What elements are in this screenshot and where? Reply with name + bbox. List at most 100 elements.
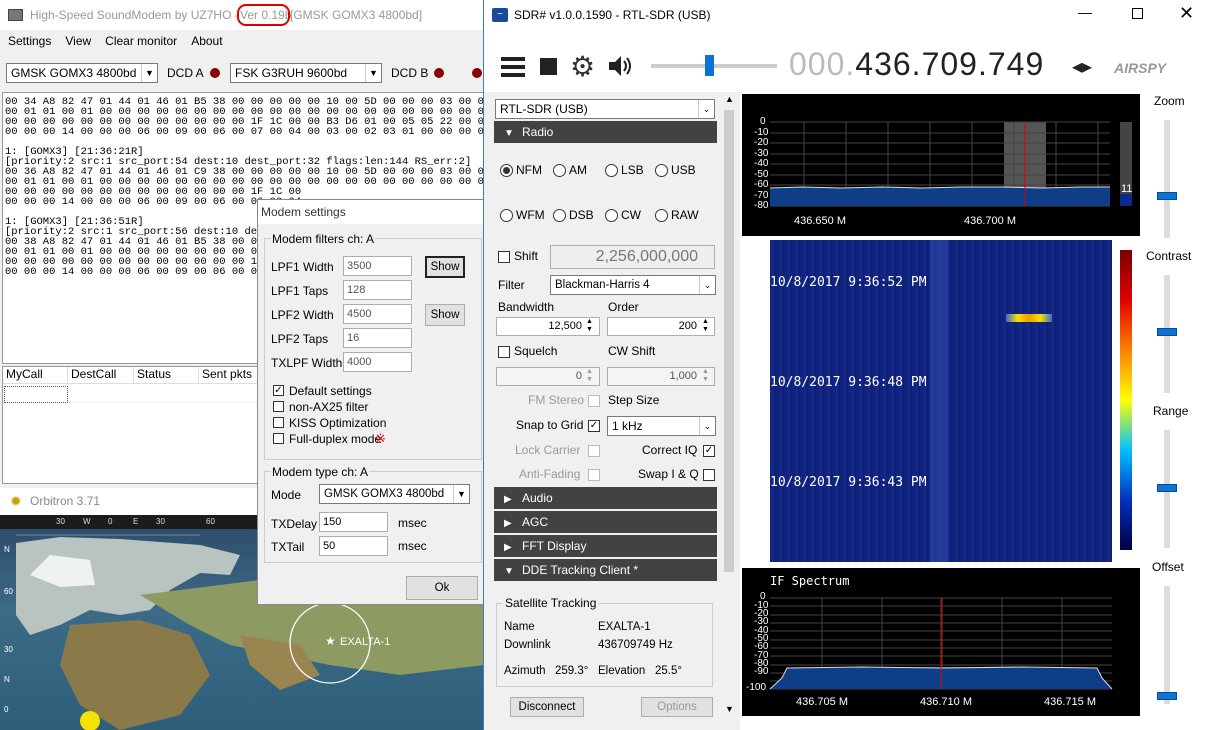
table-row[interactable] bbox=[4, 386, 68, 403]
zoom-thumb[interactable] bbox=[1157, 192, 1177, 200]
dde-tracking-section-header[interactable]: ▼ DDE Tracking Client * bbox=[494, 559, 717, 581]
mode-dsb-radio[interactable] bbox=[553, 209, 566, 222]
kiss-optimization-checkbox[interactable] bbox=[273, 417, 284, 428]
offset-slider[interactable] bbox=[1157, 586, 1177, 704]
default-settings-checkbox[interactable]: ✓ bbox=[273, 385, 284, 396]
mode-raw-radio[interactable] bbox=[655, 209, 668, 222]
waterfall-time-2: 10/8/2017 9:36:43 PM bbox=[770, 475, 927, 490]
col-mycall[interactable]: MyCall bbox=[3, 367, 68, 383]
agc-section-header[interactable]: ▶ AGC bbox=[494, 511, 717, 533]
squelch-input[interactable]: 0 bbox=[496, 367, 600, 386]
txtail-input[interactable]: 50 bbox=[319, 536, 388, 556]
spec-x-0: 436.650 M bbox=[794, 215, 846, 227]
device-select[interactable]: RTL-SDR (USB) ⌄ bbox=[495, 99, 715, 119]
modem-a-value: GMSK GOMX3 4800bd bbox=[11, 66, 137, 80]
filter-select[interactable]: Blackman-Harris 4 ⌄ bbox=[550, 275, 716, 295]
snap-grid-checkbox[interactable]: ✓ bbox=[588, 420, 600, 432]
contrast-thumb[interactable] bbox=[1157, 328, 1177, 336]
ok-button[interactable]: Ok bbox=[406, 576, 478, 600]
maximize-button[interactable] bbox=[1132, 8, 1143, 19]
contrast-slider[interactable] bbox=[1157, 275, 1177, 393]
zoom-label: Zoom bbox=[1154, 94, 1185, 108]
gear-icon[interactable]: ⚙ bbox=[570, 50, 595, 83]
modem-a-select[interactable]: GMSK GOMX3 4800bd ▼ bbox=[6, 63, 158, 83]
filter-label: Filter bbox=[498, 278, 525, 292]
swap-iq-checkbox[interactable] bbox=[703, 469, 715, 481]
shift-checkbox[interactable] bbox=[498, 251, 510, 263]
frequency-display[interactable]: 000.436.709.749 bbox=[789, 46, 1044, 83]
lat-60: 60 bbox=[4, 587, 13, 596]
if-spectrum-title: IF Spectrum bbox=[770, 574, 850, 588]
mode-nfm-radio[interactable] bbox=[500, 164, 513, 177]
volume-slider[interactable] bbox=[651, 55, 777, 76]
bandwidth-spinner-icon[interactable]: ▲ ▼ bbox=[586, 318, 593, 334]
order-spinner-icon[interactable]: ▲ ▼ bbox=[702, 318, 709, 334]
range-thumb[interactable] bbox=[1157, 484, 1177, 492]
minimize-button[interactable]: — bbox=[1078, 4, 1092, 20]
show-lpf1-button[interactable]: Show bbox=[425, 256, 465, 278]
mode-lsb-label: LSB bbox=[621, 163, 644, 177]
menu-about[interactable]: About bbox=[191, 34, 222, 48]
lpf2-taps-input[interactable]: 16 bbox=[343, 328, 412, 348]
satellite-label[interactable]: EXALTA-1 bbox=[340, 636, 390, 648]
offset-thumb[interactable] bbox=[1157, 692, 1177, 700]
panel-scrollbar[interactable]: ▲ ▼ bbox=[720, 94, 738, 718]
close-icon[interactable]: ✕ bbox=[1179, 3, 1194, 24]
lpf2-width-input[interactable]: 4500 bbox=[343, 304, 412, 324]
cw-shift-input[interactable]: 1,000 bbox=[607, 367, 715, 386]
volume-thumb[interactable] bbox=[705, 55, 714, 76]
mode-usb-radio[interactable] bbox=[655, 164, 668, 177]
disconnect-button[interactable]: Disconnect bbox=[510, 697, 584, 717]
squelch-label: Squelch bbox=[514, 344, 558, 358]
table-row-rest bbox=[69, 386, 269, 403]
menu-clear-monitor[interactable]: Clear monitor bbox=[105, 34, 177, 48]
non-ax25-checkbox[interactable] bbox=[273, 401, 284, 412]
fft-display-section-header[interactable]: ▶ FFT Display bbox=[494, 535, 717, 557]
mode-cw-radio[interactable] bbox=[605, 209, 618, 222]
scroll-up-icon[interactable]: ▲ bbox=[725, 94, 734, 104]
col-status[interactable]: Status bbox=[134, 367, 199, 383]
bandwidth-input[interactable]: 12,500 bbox=[496, 317, 600, 336]
squelch-checkbox[interactable] bbox=[498, 346, 510, 358]
waterfall[interactable]: 10/8/2017 9:36:52 PM 10/8/2017 9:36:48 P… bbox=[742, 240, 1140, 564]
col-destcall[interactable]: DestCall bbox=[68, 367, 134, 383]
mode-select[interactable]: GMSK GOMX3 4800bd ▼ bbox=[319, 484, 470, 504]
speaker-icon[interactable] bbox=[607, 54, 633, 78]
zoom-slider[interactable] bbox=[1157, 120, 1177, 238]
fm-stereo-checkbox bbox=[588, 395, 600, 407]
dde-tracking-section-label: DDE Tracking Client * bbox=[522, 563, 639, 577]
order-input[interactable]: 200 bbox=[607, 317, 715, 336]
show-lpf2-button[interactable]: Show bbox=[425, 304, 465, 326]
mode-wfm-radio[interactable] bbox=[500, 209, 513, 222]
txdelay-input[interactable]: 150 bbox=[319, 512, 388, 532]
lpf1-width-input[interactable]: 3500 bbox=[343, 256, 412, 276]
full-duplex-checkbox[interactable] bbox=[273, 433, 284, 444]
correct-iq-label: Correct IQ bbox=[642, 443, 698, 457]
radio-section-header[interactable]: ▼ Radio bbox=[494, 121, 717, 143]
range-slider[interactable] bbox=[1157, 430, 1177, 548]
correct-iq-checkbox[interactable]: ✓ bbox=[703, 445, 715, 457]
scroll-thumb[interactable] bbox=[724, 110, 734, 572]
lpf1-taps-input[interactable]: 128 bbox=[343, 280, 412, 300]
stop-icon[interactable] bbox=[540, 58, 557, 75]
mode-am-radio[interactable] bbox=[553, 164, 566, 177]
menu-view[interactable]: View bbox=[65, 34, 91, 48]
satellite-star-icon[interactable]: ★ bbox=[325, 634, 336, 648]
tune-arrows-icon[interactable]: ◂▸ bbox=[1072, 54, 1092, 79]
if-spectrum[interactable]: IF Spectrum 0 -10 -20 -30 -40 -50 -60 -7… bbox=[742, 568, 1140, 716]
shift-input[interactable]: 2,256,000,000 bbox=[550, 245, 715, 269]
scroll-down-icon[interactable]: ▼ bbox=[725, 704, 734, 714]
txlpf-width-input[interactable]: 4000 bbox=[343, 352, 412, 372]
step-size-select[interactable]: 1 kHz ⌄ bbox=[607, 416, 716, 436]
audio-section-header[interactable]: ▶ Audio bbox=[494, 487, 717, 509]
tracking-elevation-value: 25.5° bbox=[655, 665, 682, 677]
mode-lsb-radio[interactable] bbox=[605, 164, 618, 177]
menu-settings[interactable]: Settings bbox=[8, 34, 51, 48]
modem-b-select[interactable]: FSK G3RUH 9600bd ▼ bbox=[230, 63, 382, 83]
dcd-a-label: DCD A bbox=[167, 66, 204, 80]
hamburger-menu-icon[interactable] bbox=[501, 57, 525, 77]
soundmodem-title: High-Speed SoundModem by UZ7HO - bbox=[30, 8, 239, 22]
mode-dsb-label: DSB bbox=[569, 208, 594, 222]
signal-meter-value: 11 bbox=[1121, 183, 1133, 195]
spectrum-analyzer[interactable]: 0 -10 -20 -30 -40 -50 -60 -70 -80 436.65… bbox=[742, 94, 1140, 236]
